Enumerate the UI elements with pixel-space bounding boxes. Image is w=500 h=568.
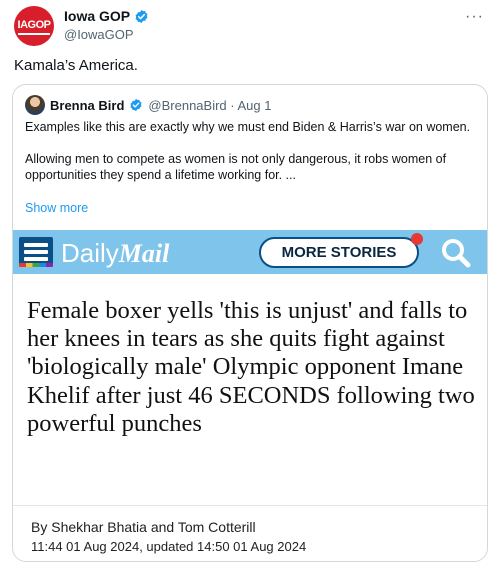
- quoted-avatar[interactable]: [25, 95, 45, 115]
- quoted-paragraph-2: Allowing men to compete as women is not …: [25, 152, 447, 182]
- daily-mail-header-bar: DailyMail MORE STORIES: [13, 230, 487, 274]
- quoted-paragraph-1: Examples like this are exactly why we mu…: [25, 120, 471, 134]
- article-dateline: 11:44 01 Aug 2024, updated 14:50 01 Aug …: [31, 539, 307, 554]
- quoted-tweet-text: Examples like this are exactly why we mu…: [25, 119, 475, 183]
- logo-mail: Mail: [118, 239, 170, 268]
- author-handle[interactable]: @IowaGOP: [64, 27, 134, 42]
- verified-badge-icon: [135, 9, 148, 23]
- avatar-logo-text: IAGOP: [17, 19, 51, 31]
- quoted-display-name[interactable]: Brenna Bird: [50, 98, 124, 113]
- logo-daily: Daily: [61, 238, 119, 268]
- notification-dot: [411, 233, 423, 245]
- quoted-tweet-header: Brenna Bird @BrennaBird · Aug 1: [25, 95, 271, 115]
- author-name-line: Iowa GOP: [64, 8, 149, 24]
- quoted-handle-date: @BrennaBird · Aug 1: [148, 97, 272, 113]
- tweet-text: Kamala’s America.: [14, 57, 138, 74]
- quoted-tweet[interactable]: Brenna Bird @BrennaBird · Aug 1 Examples…: [12, 84, 488, 562]
- more-options-icon[interactable]: ···: [465, 8, 484, 26]
- search-icon[interactable]: [439, 237, 473, 269]
- article-byline: By Shekhar Bhatia and Tom Cotterill: [31, 519, 256, 535]
- hamburger-menu-icon[interactable]: [19, 237, 53, 267]
- author-display-name[interactable]: Iowa GOP: [64, 8, 130, 24]
- verified-badge-icon: [130, 98, 142, 112]
- more-stories-button[interactable]: MORE STORIES: [259, 237, 419, 268]
- show-more-link[interactable]: Show more: [25, 201, 88, 215]
- divider: [13, 505, 487, 506]
- article-headline: Female boxer yells 'this is unjust' and …: [27, 297, 475, 437]
- avatar[interactable]: IAGOP: [14, 6, 54, 46]
- daily-mail-logo[interactable]: DailyMail: [61, 238, 169, 269]
- tweet-header: IAGOP Iowa GOP @IowaGOP ···: [14, 6, 486, 46]
- avatar-logo-bar: [18, 33, 50, 35]
